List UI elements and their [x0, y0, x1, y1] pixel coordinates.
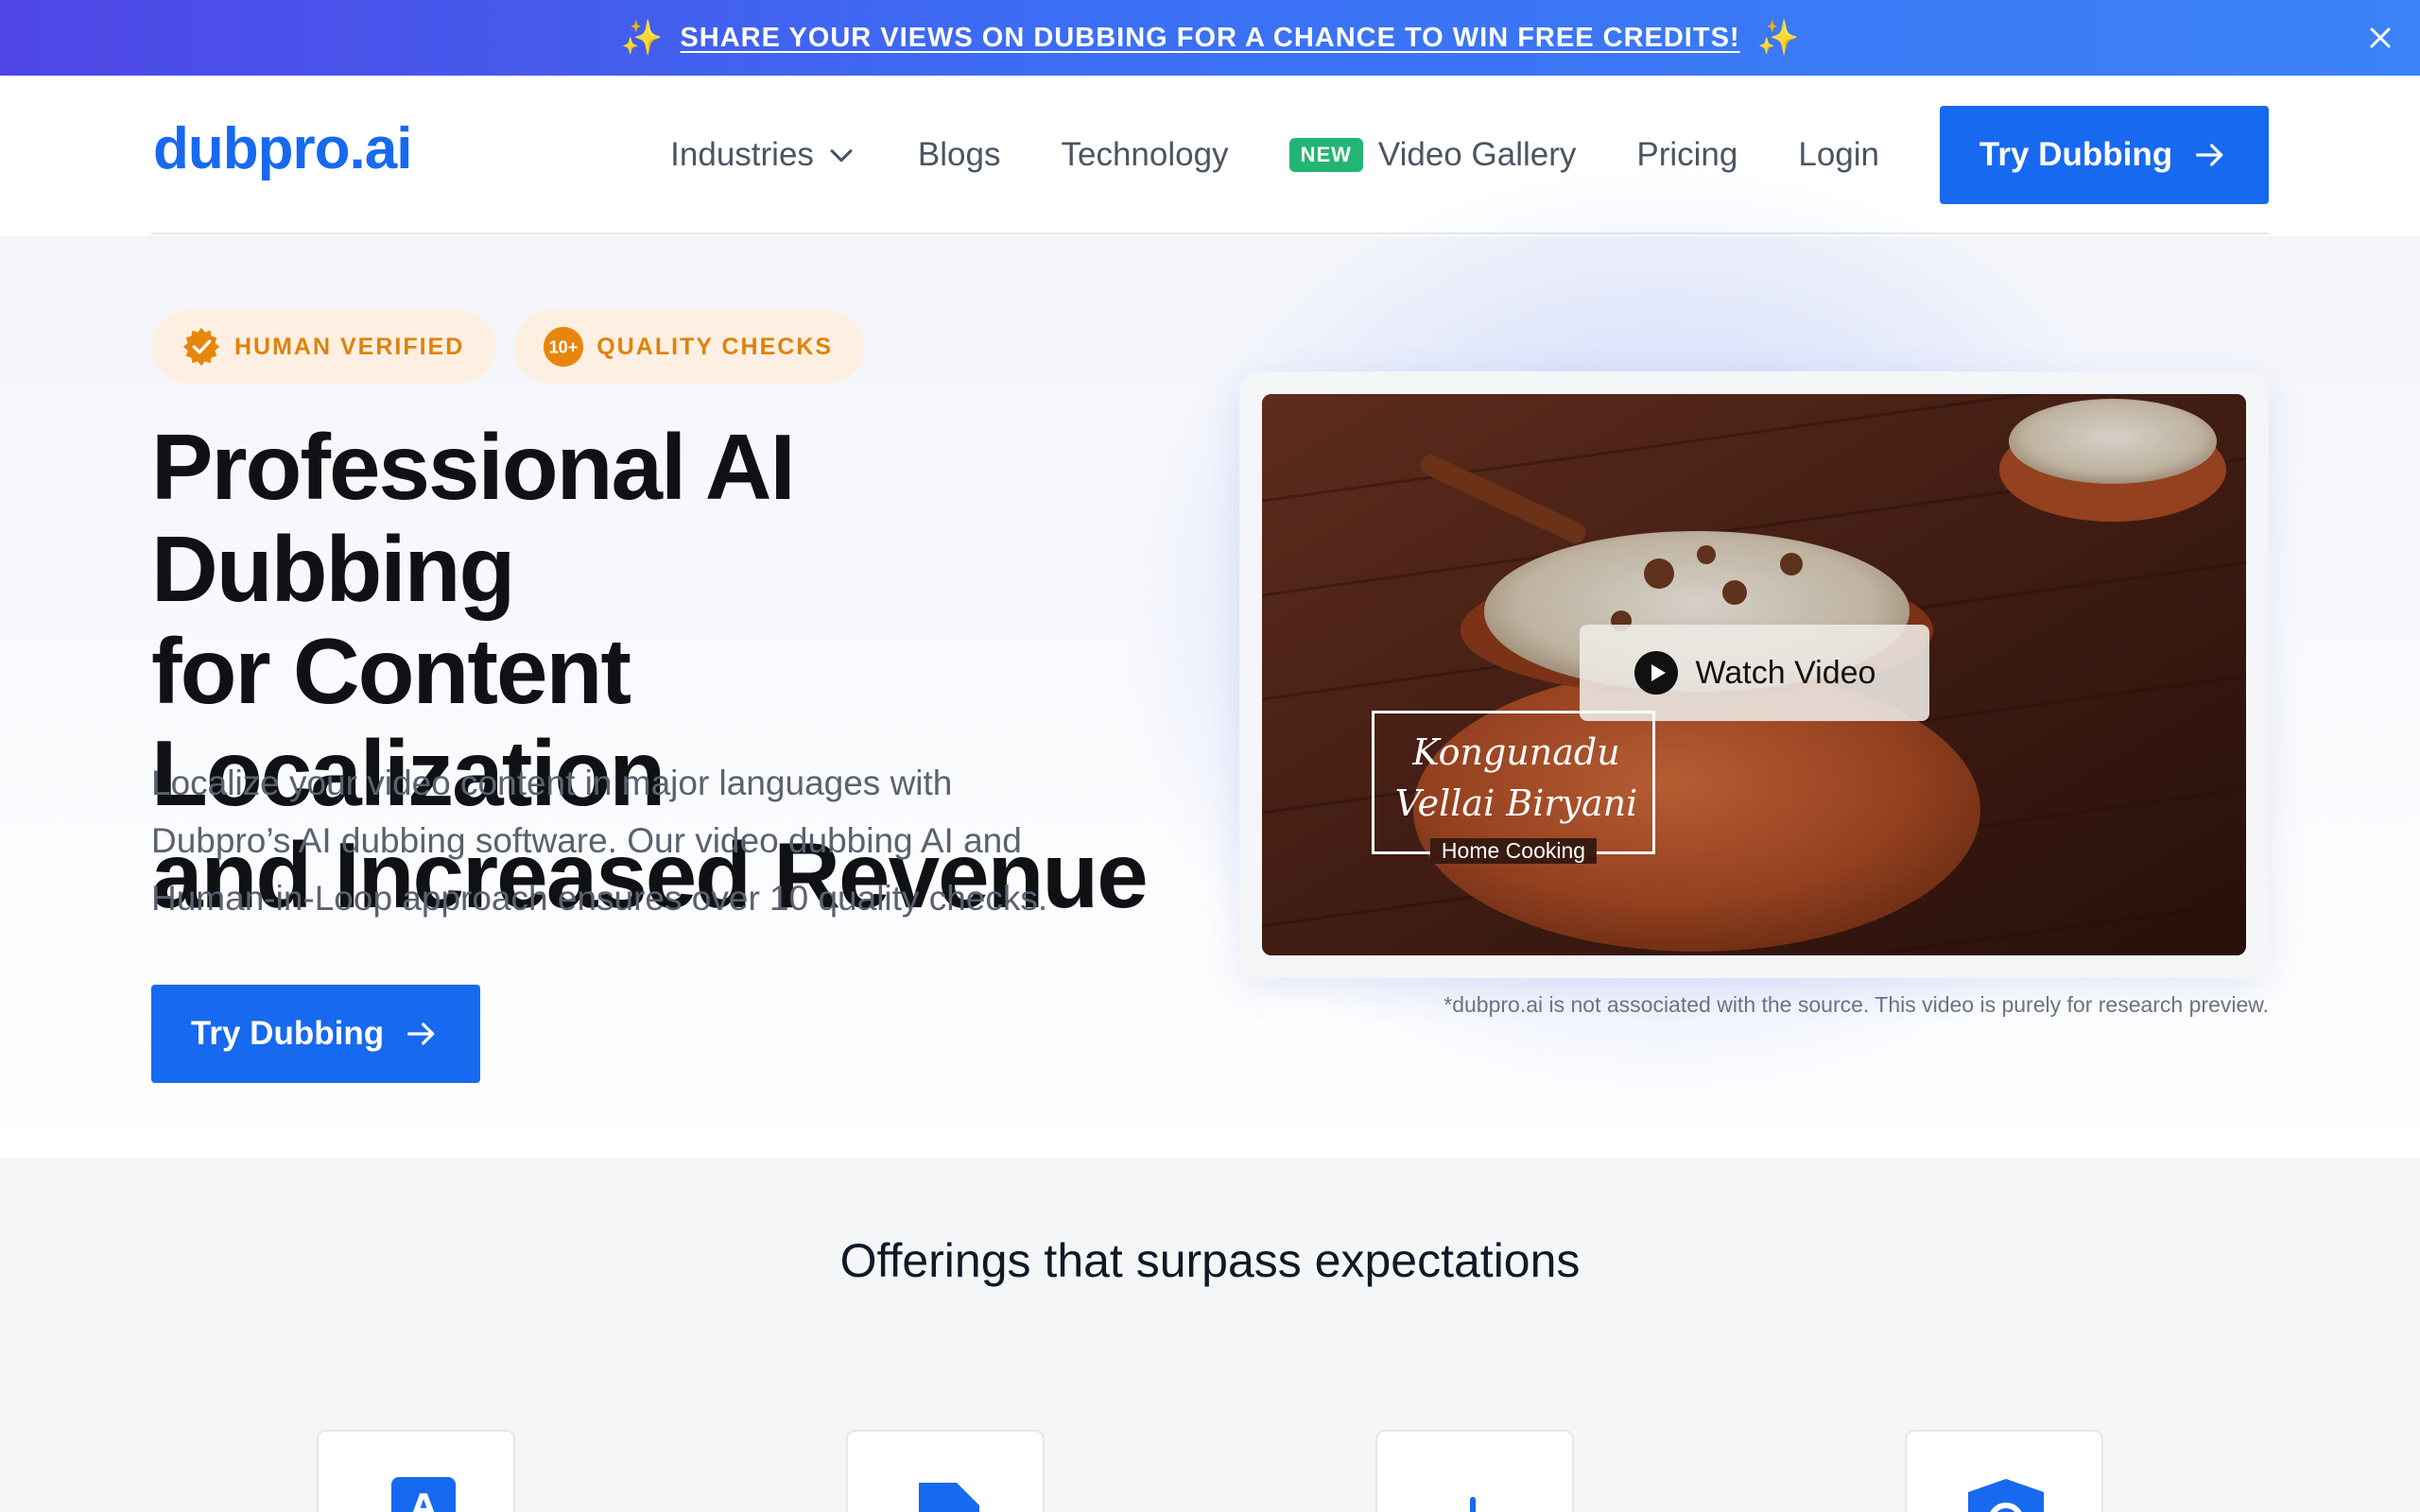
video-title: Kongunadu Vellai Biryani [1374, 727, 1658, 829]
document-icon [919, 1483, 979, 1512]
video-title-card: Kongunadu Vellai Biryani Home Cooking [1372, 711, 1658, 864]
announcement-link[interactable]: SHARE YOUR VIEWS ON DUBBING FOR A CHANCE… [680, 23, 1739, 54]
10-plus-text: 10+ [549, 338, 579, 357]
hero-badges: HUMAN VERIFIED 10+ QUALITY CHECKS [151, 310, 882, 384]
headline-line: Professional AI Dubbing [151, 415, 796, 621]
10-plus-icon: 10+ [544, 326, 584, 368]
translate-icon: A [391, 1477, 456, 1512]
video-player[interactable]: Watch Video Kongunadu Vellai Biryani Hom… [1262, 394, 2246, 955]
video-subtitle: Home Cooking [1429, 838, 1598, 864]
logo[interactable]: dubpro.ai [153, 115, 412, 182]
human-verified-label: HUMAN VERIFIED [234, 333, 465, 360]
video-title-line: Kongunadu [1412, 731, 1620, 773]
nav-industries-label: Industries [670, 136, 814, 173]
hero-try-dubbing-button[interactable]: Try Dubbing [151, 985, 480, 1083]
sparkle-icon: ✨ [1756, 18, 1800, 57]
sparkle-icon: ✨ [620, 18, 664, 57]
quality-checks-badge: 10+ QUALITY CHECKS [513, 310, 866, 384]
watch-video-button[interactable]: Watch Video [1580, 625, 1929, 721]
nav-industries[interactable]: Industries [670, 136, 857, 174]
svg-text:A: A [411, 1487, 437, 1512]
close-icon[interactable] [2363, 21, 2397, 55]
offering-card[interactable]: A [317, 1430, 515, 1512]
video-title-line: Vellai Biryani [1394, 782, 1638, 824]
offerings-title: Offerings that surpass expectations [839, 1234, 1581, 1287]
audio-wave-icon [1470, 1497, 1476, 1512]
offerings-section: Offerings that surpass expectations A [0, 1158, 2420, 1512]
human-verified-badge: HUMAN VERIFIED [151, 310, 497, 384]
subtext-line: Localize your video content in major lan… [151, 764, 953, 802]
announcement-bar: ✨ SHARE YOUR VIEWS ON DUBBING FOR A CHAN… [0, 0, 2420, 76]
shield-icon [1968, 1479, 2044, 1512]
verified-seal-icon [182, 327, 220, 367]
subtext-line: Human-in-Loop approach ensures over 10 q… [151, 879, 1048, 918]
offering-card[interactable] [1905, 1430, 2103, 1512]
hero-subtext: Localize your video content in major lan… [151, 754, 1134, 927]
video-card: Watch Video Kongunadu Vellai Biryani Hom… [1239, 371, 2269, 978]
quality-checks-label: QUALITY CHECKS [596, 333, 834, 360]
play-icon [1634, 651, 1678, 695]
hero-try-dubbing-label: Try Dubbing [190, 1015, 385, 1052]
nav-blogs[interactable]: Blogs [918, 136, 1001, 174]
subtext-line: Dubpro’s AI dubbing software. Our video … [151, 821, 1022, 860]
offering-card[interactable] [1375, 1430, 1574, 1512]
watch-video-label: Watch Video [1695, 654, 1876, 691]
arrow-right-icon [407, 1022, 435, 1045]
video-disclaimer: *dubpro.ai is not associated with the so… [1443, 992, 2269, 1017]
chevron-down-icon [830, 149, 853, 163]
offering-card[interactable] [846, 1430, 1045, 1512]
